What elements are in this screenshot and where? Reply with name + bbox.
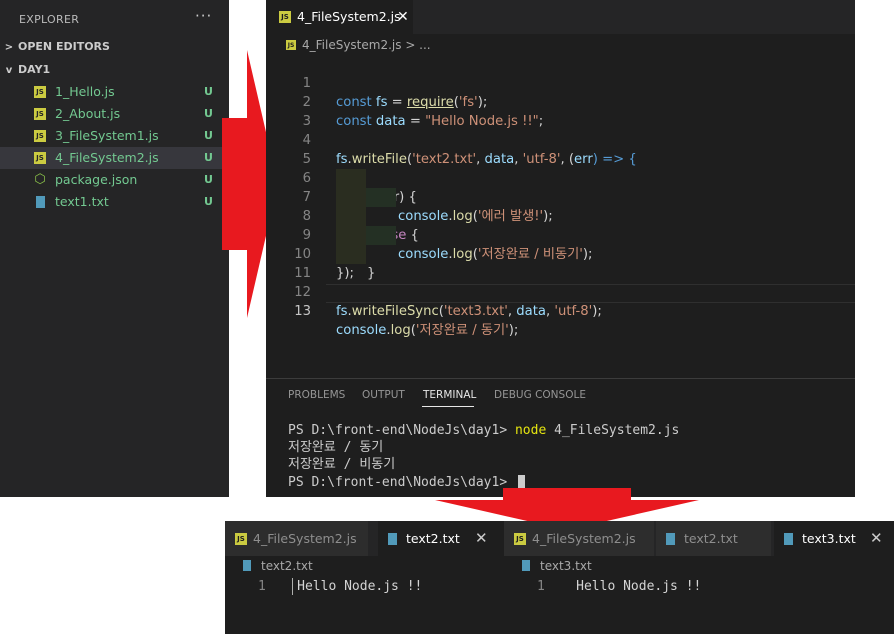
close-icon[interactable]: ✕ [870,521,883,556]
tab-label: 4_FileSystem2.js [253,531,357,546]
untracked-badge: U [204,85,213,98]
breadcrumb[interactable]: text2.txt [243,557,313,575]
file-item-1-hello[interactable]: JS 1_Hello.js U [0,81,229,103]
text-file-icon [784,532,793,545]
file-name: 4_FileSystem2.js [55,150,159,165]
nodejs-hexagon-icon: ⬡ [34,172,46,187]
breadcrumb-path: text2.txt [261,559,313,573]
close-icon[interactable]: ✕ [397,0,409,34]
file-name: text1.txt [55,194,109,209]
tab-label: text2.txt [406,531,460,546]
code-line: 3 [302,114,311,129]
tab-4-filesystem2[interactable]: JS 4_FileSystem2.js ✕ [266,0,413,34]
breadcrumb-path: 4_FileSystem2.js > ... [302,38,431,52]
left-editor-tab-bar: JS 4_FileSystem2.js text2.txt ✕ [225,521,504,556]
terminal-line: 저장완료 / 비동기 [288,457,396,472]
bottom-editors: JS 4_FileSystem2.js text2.txt ✕ text2.txt… [225,521,894,634]
file-item-package-json[interactable]: ⬡ package.json U [0,169,229,191]
code-line: 4 fs.writeFile('text2.txt', data, 'utf-8… [302,133,637,167]
text-file-icon [388,532,397,545]
tab-4-filesystem2[interactable]: JS 4_FileSystem2.js [225,521,368,556]
text-file-icon [666,532,675,545]
file-name: package.json [55,172,138,187]
file-item-2-about[interactable]: JS 2_About.js U [0,103,229,125]
tab-label: text2.txt [684,531,738,546]
untracked-badge: U [204,195,213,208]
breadcrumb[interactable]: JS 4_FileSystem2.js > ... [286,36,431,54]
tab-output[interactable]: OUTPUT [362,389,405,401]
js-file-icon: JS [286,39,296,50]
tab-4-filesystem2[interactable]: JS 4_FileSystem2.js [504,521,654,556]
panel-divider [266,378,855,379]
explorer-title: EXPLORER [19,13,80,26]
active-tab-indicator [422,406,474,407]
text3-content-line[interactable]: 1 Hello Node.js !! [537,578,701,596]
code-line: 1 const fs = require('fs'); [302,76,488,110]
chevron-right-icon: > [4,42,14,53]
untracked-badge: U [204,129,213,142]
breadcrumb-path: text3.txt [540,559,592,573]
explorer-sidebar: EXPLORER ··· > OPEN EDITORS v DAY1 JS 1_He… [0,0,229,497]
js-file-icon: JS [34,130,46,142]
code-line: 6 console.log('에러 발생!'); [302,171,553,224]
file-item-3-filesystem1[interactable]: JS 3_FileSystem1.js U [0,125,229,147]
breadcrumb[interactable]: text3.txt [522,557,592,575]
code-line: 10 }); [294,247,354,281]
js-file-icon: JS [34,152,46,164]
editor-tab-bar: JS 4_FileSystem2.js ✕ [266,0,855,34]
code-line: 13 console.log('저장완료 / 동기'); [294,304,519,338]
tab-text3-txt[interactable]: text3.txt ✕ [774,521,894,556]
terminal-line: 저장완료 / 동기 [288,440,384,455]
folder-day1[interactable]: v DAY1 [0,60,229,80]
close-icon[interactable]: ✕ [475,521,488,556]
tab-label: 4_FileSystem2.js [297,9,401,24]
text2-content-line[interactable]: 1 Hello Node.js !! [258,578,422,596]
code-editor: JS 4_FileSystem2.js ✕ JS 4_FileSystem2.js … [266,0,855,497]
chevron-down-icon: v [5,65,13,76]
file-name: 2_About.js [55,106,121,121]
js-file-icon: JS [34,86,46,98]
untracked-badge: U [204,151,213,164]
code-line: 5 if(err) { [302,152,417,205]
tab-text2-txt[interactable]: text2.txt [656,521,771,556]
text-cursor [292,578,293,595]
file-name: 3_FileSystem1.js [55,128,159,143]
untracked-badge: U [204,107,213,120]
tab-label: 4_FileSystem2.js [532,531,636,546]
right-editor-tab-bar: JS 4_FileSystem2.js text2.txt text3.txt ✕ [504,521,894,556]
code-line: 12 fs.writeFileSync('text3.txt', data, '… [294,285,602,319]
more-actions-icon[interactable]: ··· [195,7,212,25]
js-file-icon: JS [514,532,526,545]
untracked-badge: U [204,173,213,186]
file-name: 1_Hello.js [55,84,115,99]
tab-debug-console[interactable]: DEBUG CONSOLE [494,389,586,401]
tab-label: text3.txt [802,531,856,546]
code-line: 9 } [302,228,376,281]
file-item-text1-txt[interactable]: text1.txt U [0,191,229,213]
code-line: 11 [294,266,311,281]
open-editors-label: OPEN EDITORS [18,40,110,53]
file-item-4-filesystem2[interactable]: JS 4_FileSystem2.js U [0,147,229,169]
js-file-icon: JS [279,10,291,23]
tab-text2-txt[interactable]: text2.txt ✕ [378,521,504,556]
text-file-icon [243,560,251,571]
text-file-icon [522,560,530,571]
code-line: 8 console.log('저장완료 / 비동기'); [302,209,593,262]
tab-terminal[interactable]: TERMINAL [423,389,476,401]
open-editors-section[interactable]: > OPEN EDITORS [0,37,229,57]
terminal-line: PS D:\front-end\NodeJs\day1> node 4_File… [288,423,680,438]
code-line: 7 } else { [302,190,419,243]
text-file-icon [36,196,45,208]
js-file-icon: JS [235,532,247,545]
js-file-icon: JS [34,108,46,120]
folder-label: DAY1 [18,63,51,76]
tab-problems[interactable]: PROBLEMS [288,389,345,401]
code-line: 2 const data = "Hello Node.js !!"; [302,95,544,129]
